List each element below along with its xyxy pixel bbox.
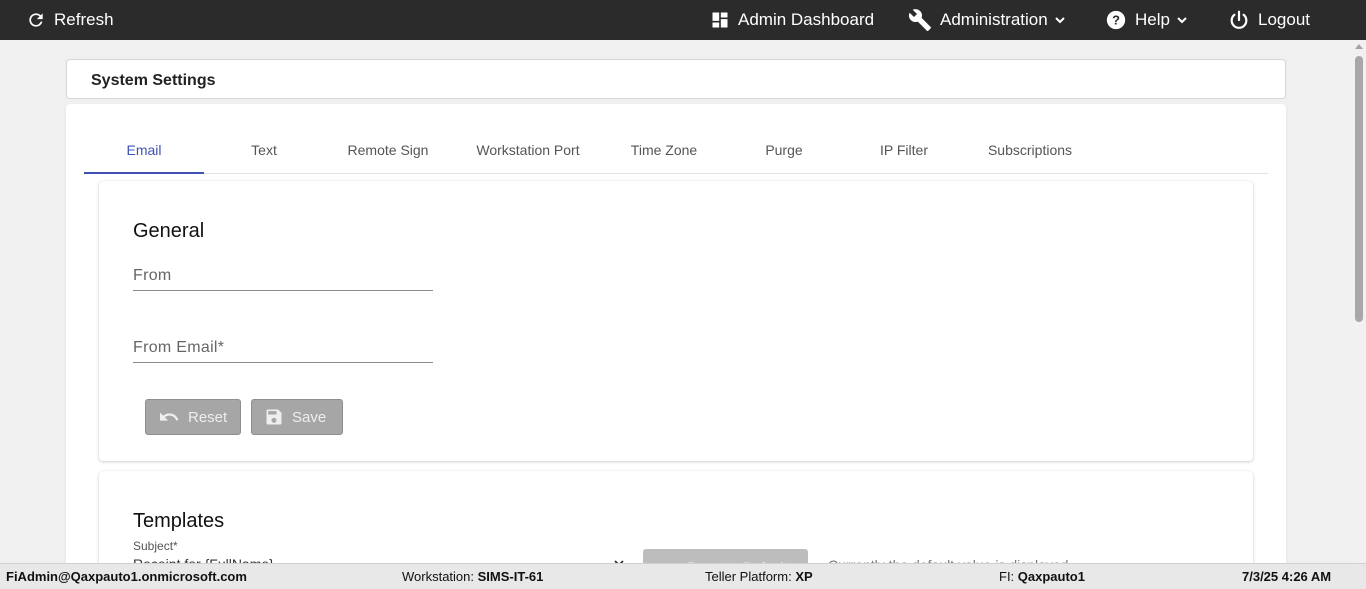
power-icon <box>1230 10 1248 29</box>
chevron-down-icon <box>1177 17 1187 24</box>
fi-label: FI: <box>999 569 1015 584</box>
administration-menu[interactable]: Administration <box>908 0 1066 40</box>
templates-title: Templates <box>133 510 225 532</box>
settings-header: System Settings <box>66 59 1286 99</box>
general-card: General From From Email* Reset Save <box>99 181 1253 461</box>
svg-text:?: ? <box>1112 13 1120 28</box>
scroll-up-arrow-icon[interactable] <box>1355 44 1363 49</box>
undo-icon <box>160 412 179 421</box>
tab-text[interactable]: Text <box>204 126 324 173</box>
dashboard-icon <box>712 12 728 28</box>
admin-dashboard-link[interactable]: Admin Dashboard <box>710 0 874 40</box>
page-title: System Settings <box>91 72 216 89</box>
workstation-label: Workstation: <box>402 569 475 584</box>
teller-label: Teller Platform: <box>705 569 792 584</box>
general-title: General <box>133 220 205 242</box>
save-button[interactable]: Save <box>251 399 343 435</box>
footer-teller-platform: Teller Platform: XP <box>705 569 813 584</box>
reset-button[interactable]: Reset <box>145 399 241 435</box>
help-label: Help <box>1135 10 1170 29</box>
settings-panel: Email Text Remote Sign Workstation Port … <box>66 104 1286 574</box>
tab-time-zone[interactable]: Time Zone <box>604 126 724 173</box>
from-email-placeholder: From Email* <box>133 339 225 356</box>
from-placeholder: From <box>133 267 172 284</box>
administration-label: Administration <box>940 10 1048 29</box>
footer-datetime: 7/3/25 4:26 AM <box>1242 569 1332 584</box>
teller-value: XP <box>795 569 813 584</box>
reset-label: Reset <box>188 408 228 426</box>
page-scrollbar[interactable] <box>1352 40 1366 563</box>
tab-remote-sign[interactable]: Remote Sign <box>324 126 452 173</box>
tab-email[interactable]: Email <box>84 126 204 174</box>
subject-label: Subject* <box>133 539 178 553</box>
tab-ip-filter[interactable]: IP Filter <box>844 126 964 173</box>
tab-purge[interactable]: Purge <box>724 126 844 173</box>
admin-dashboard-label: Admin Dashboard <box>738 10 875 29</box>
refresh-icon <box>29 13 43 27</box>
footer-workstation: Workstation: SIMS-IT-61 <box>402 569 543 584</box>
logout-label: Logout <box>1258 10 1310 29</box>
tab-workstation-port[interactable]: Workstation Port <box>456 126 600 173</box>
save-icon <box>266 409 282 425</box>
from-field[interactable]: From <box>133 265 433 291</box>
scrollbar-thumb[interactable] <box>1355 56 1363 322</box>
settings-tabs: Email Text Remote Sign Workstation Port … <box>84 126 1268 174</box>
top-nav-bar: Refresh Admin Dashboard Administration ?… <box>0 0 1366 40</box>
help-icon: ? <box>1106 10 1126 30</box>
from-email-field[interactable]: From Email* <box>133 337 433 363</box>
templates-card: Templates Subject* Receipt for {FullName… <box>99 471 1253 574</box>
refresh-button[interactable]: Refresh <box>26 0 114 40</box>
footer-user: FiAdmin@Qaxpauto1.onmicrosoft.com <box>6 569 247 584</box>
chevron-down-icon <box>1055 17 1065 24</box>
workstation-value: SIMS-IT-61 <box>477 569 544 584</box>
status-bar: FiAdmin@Qaxpauto1.onmicrosoft.com Workst… <box>0 563 1366 589</box>
tab-subscriptions[interactable]: Subscriptions <box>964 126 1096 173</box>
logout-button[interactable]: Logout <box>1228 0 1310 40</box>
save-label: Save <box>292 408 327 426</box>
refresh-label: Refresh <box>54 10 114 29</box>
footer-fi: FI: Qaxpauto1 <box>999 569 1085 584</box>
help-menu[interactable]: ? Help <box>1105 0 1188 40</box>
fi-value: Qaxpauto1 <box>1017 569 1085 584</box>
wrench-icon <box>908 9 931 31</box>
